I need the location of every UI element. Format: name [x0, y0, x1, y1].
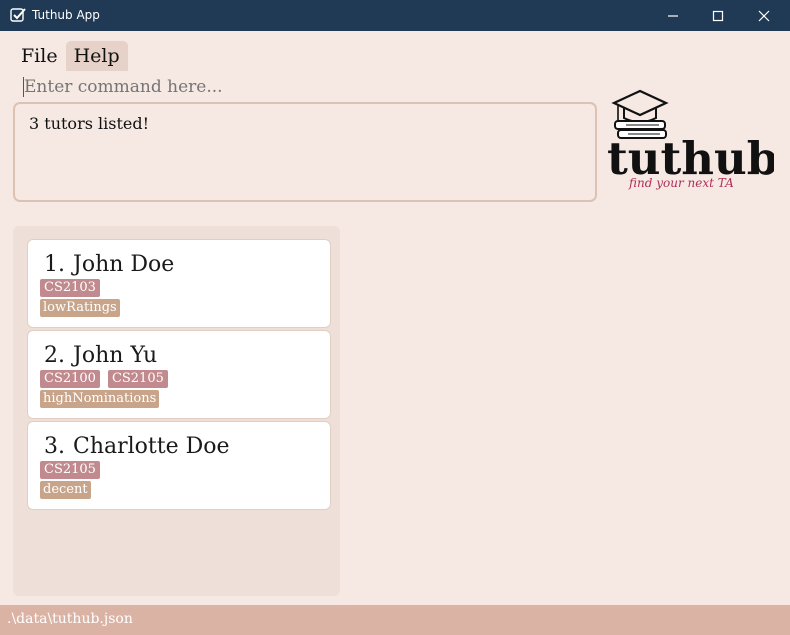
module-tags: CS2105 — [40, 461, 100, 479]
menu-bar: File Help — [13, 41, 128, 71]
tutor-index: 2. — [44, 343, 65, 368]
tutor-title: 3. Charlotte Doe — [44, 434, 230, 459]
data-file-path: .\data\tuthub.json — [7, 611, 133, 627]
module-tags: CS2103 — [40, 279, 100, 297]
module-tag: CS2100 — [40, 370, 100, 388]
tutor-title: 2. John Yu — [44, 343, 157, 368]
maximize-icon — [712, 10, 724, 21]
module-tags: CS2100 CS2105 — [40, 370, 168, 388]
tutor-index: 3. — [44, 434, 65, 459]
tutor-card[interactable]: 3. Charlotte Doe CS2105 decent — [27, 421, 331, 510]
status-bar: .\data\tuthub.json — [0, 605, 790, 635]
tutor-index: 1. — [44, 252, 65, 277]
window-titlebar: Tuthub App — [0, 0, 790, 31]
rating-tag: highNominations — [40, 390, 160, 408]
rating-tag: lowRatings — [40, 299, 120, 317]
result-text: 3 tutors listed! — [29, 114, 150, 133]
rating-tags: lowRatings — [40, 299, 120, 317]
minimize-button[interactable] — [650, 0, 696, 31]
minimize-icon — [668, 14, 678, 17]
rating-tag: decent — [40, 481, 91, 499]
tutor-name: Charlotte Doe — [73, 434, 230, 459]
menu-help[interactable]: Help — [65, 41, 128, 71]
close-button[interactable] — [741, 0, 787, 31]
menu-file[interactable]: File — [13, 41, 66, 71]
close-icon — [758, 10, 770, 21]
tutor-list: 1. John Doe CS2103 lowRatings 2. John Yu C… — [13, 226, 340, 596]
maximize-button[interactable] — [695, 0, 741, 31]
logo-tagline: find your next TA — [628, 176, 734, 190]
result-display: 3 tutors listed! — [13, 102, 597, 202]
tuthub-logo: tuthub. find your next TA — [607, 89, 774, 190]
rating-tags: decent — [40, 481, 91, 499]
module-tag: CS2105 — [40, 461, 100, 479]
window-title: Tuthub App — [32, 8, 100, 22]
tutor-card[interactable]: 1. John Doe CS2103 lowRatings — [27, 239, 331, 328]
tutor-name: John Yu — [73, 343, 158, 368]
checkmark-app-icon — [10, 8, 26, 22]
tutor-card[interactable]: 2. John Yu CS2100 CS2105 highNominations — [27, 330, 331, 419]
module-tag: CS2105 — [107, 370, 168, 388]
rating-tags: highNominations — [40, 390, 160, 408]
tutor-name: John Doe — [73, 252, 175, 277]
command-input[interactable] — [20, 74, 590, 100]
tutor-title: 1. John Doe — [44, 252, 174, 277]
module-tag: CS2103 — [40, 279, 100, 297]
text-cursor — [23, 77, 24, 97]
